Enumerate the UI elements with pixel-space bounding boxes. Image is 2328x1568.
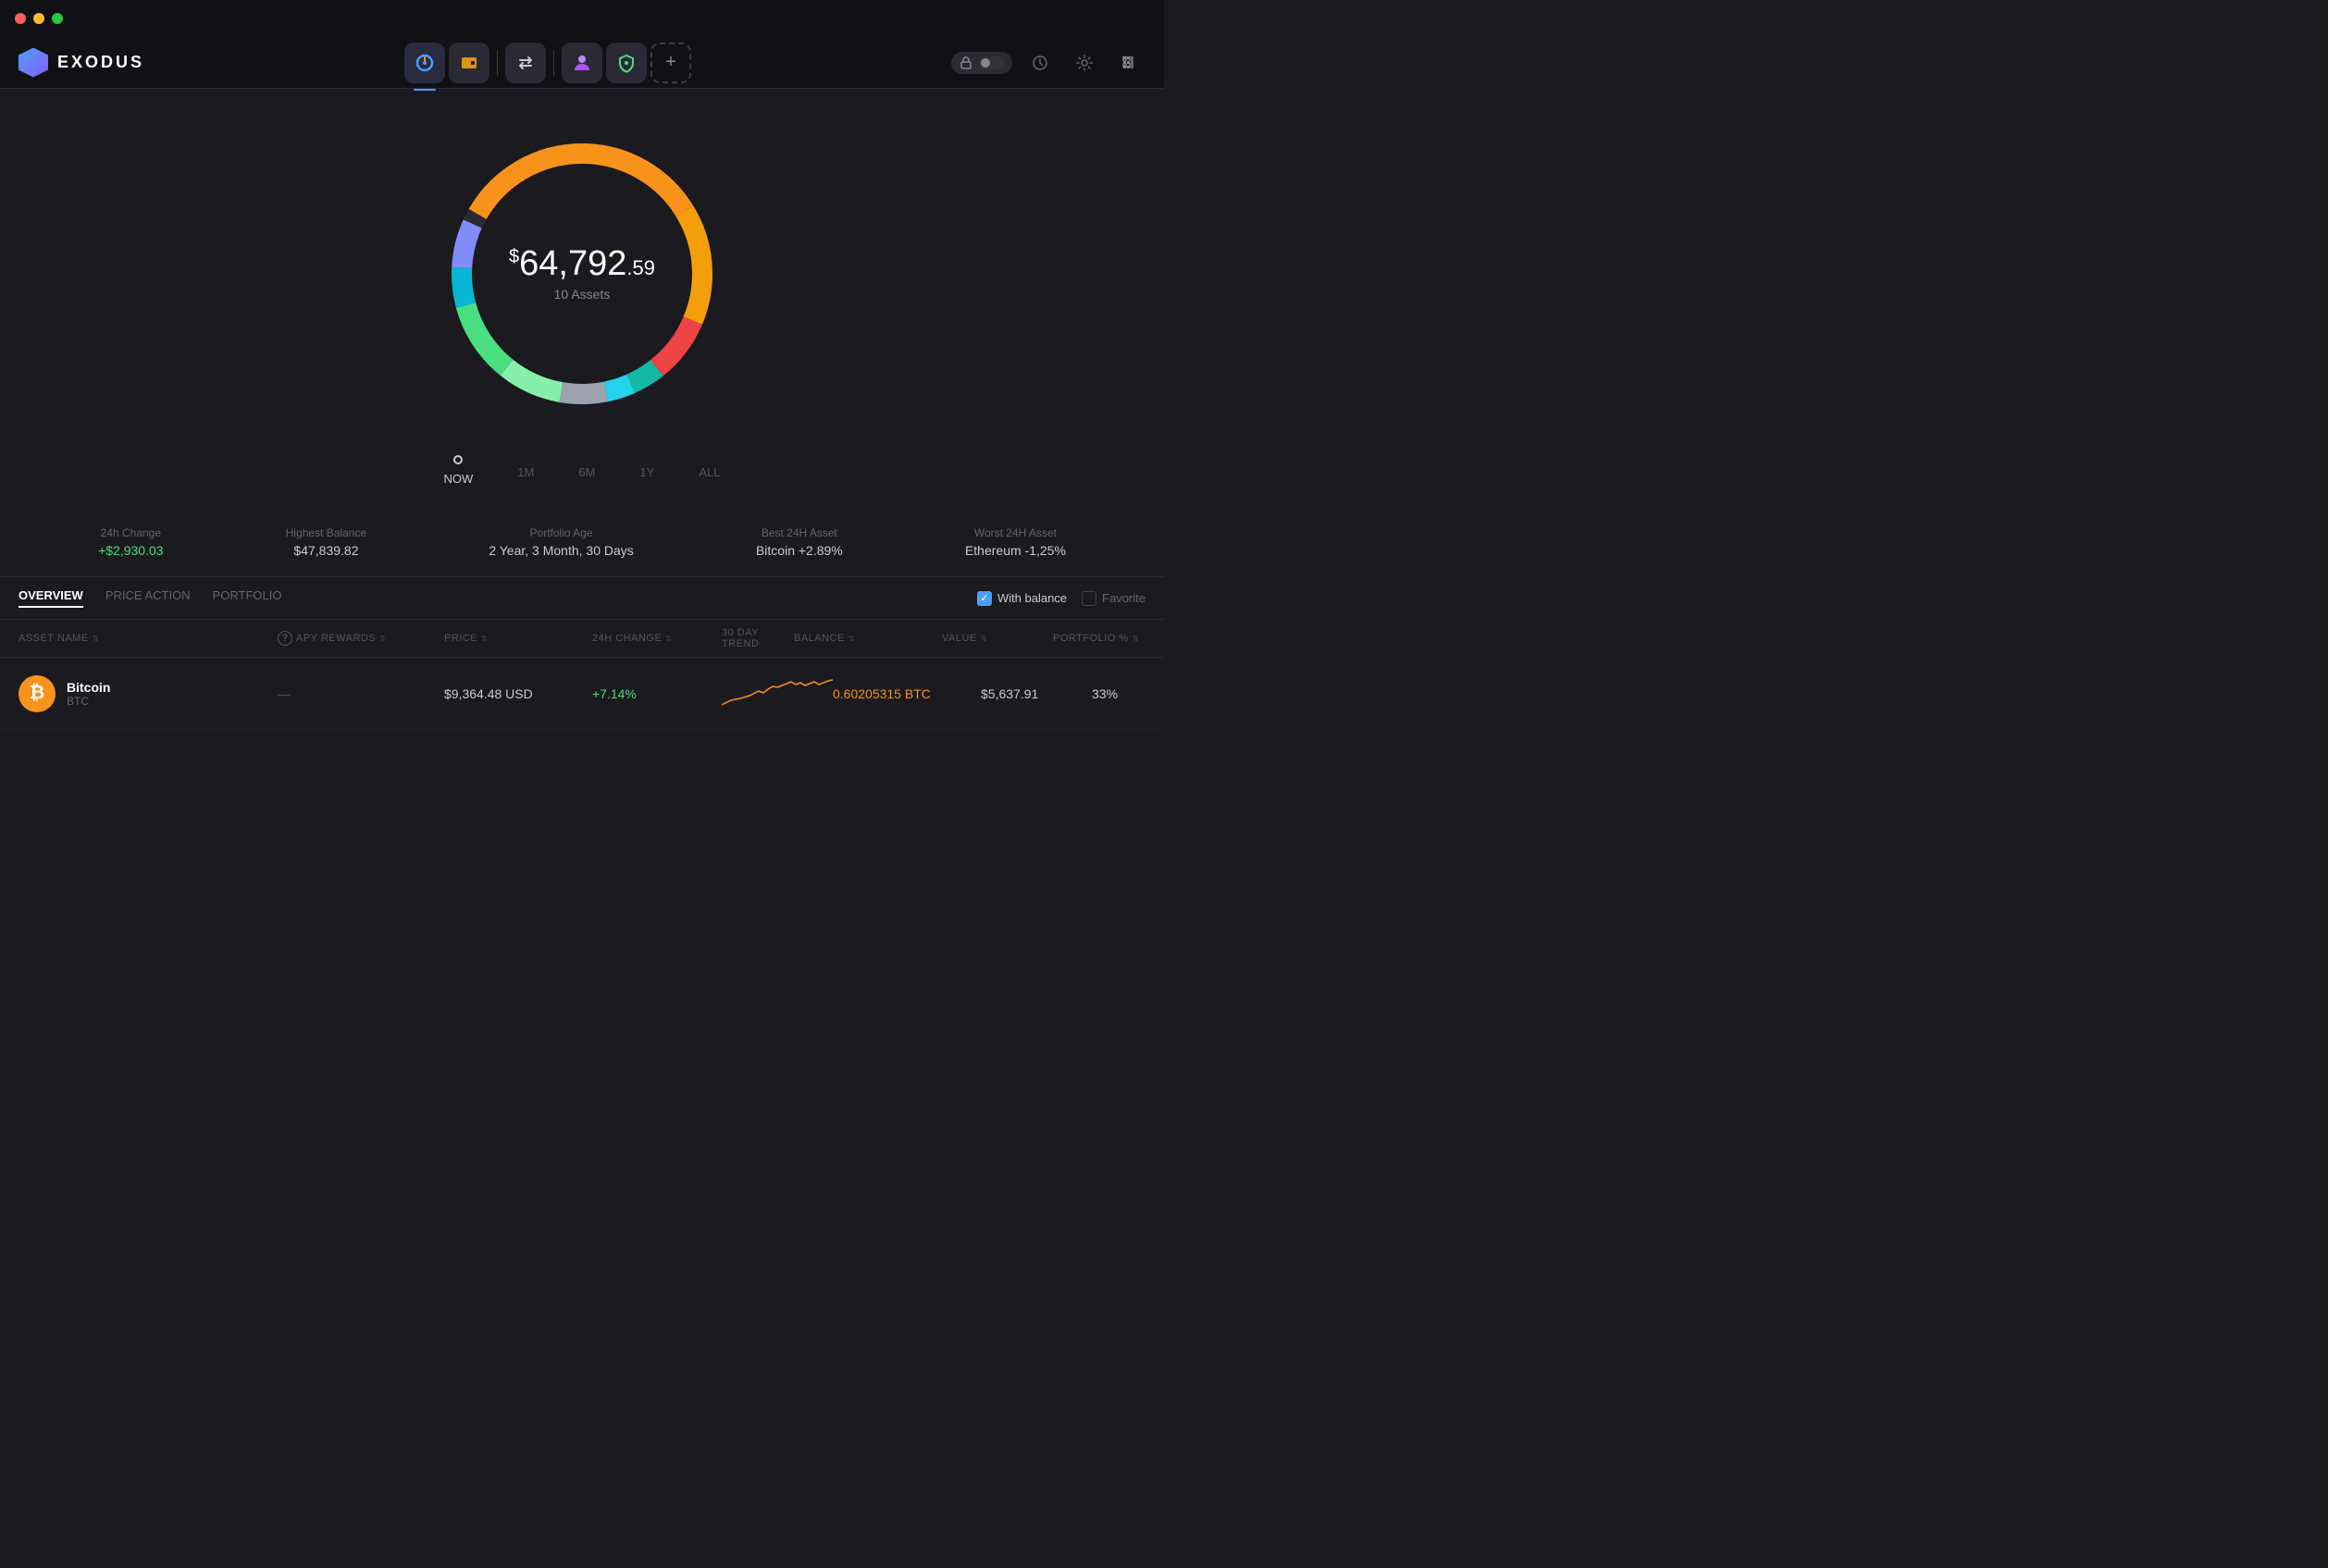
time-option-now[interactable]: NOW (440, 455, 477, 489)
tabs-right: ✓ With balance Favorite (977, 591, 1145, 606)
btc-apy: — (278, 686, 444, 701)
sort-icon-portfolio: ⇅ (1133, 635, 1139, 643)
grid-btn[interactable] (1112, 46, 1145, 80)
stat-best-asset: Best 24H Asset Bitcoin +2.89% (756, 526, 843, 558)
nav-center: + (404, 43, 691, 83)
nav-exchange-btn[interactable] (505, 43, 546, 83)
btc-price: $9,364.48 USD (444, 686, 592, 701)
maximize-dot[interactable] (52, 13, 63, 24)
header-30d-trend: 30 DAY TREND (722, 627, 794, 649)
top-navigation: EXODUS (0, 37, 1164, 89)
with-balance-label: With balance (997, 591, 1067, 605)
grid-icon (1121, 55, 1137, 71)
close-dot[interactable] (15, 13, 26, 24)
btc-icon: ₿ (19, 675, 56, 712)
shield-icon (616, 53, 637, 73)
portfolio-assets-label: 10 Assets (509, 287, 655, 302)
time-option-1m[interactable]: 1M (514, 462, 538, 483)
with-balance-filter[interactable]: ✓ With balance (977, 591, 1067, 606)
btc-24h-change: +7.14% (592, 686, 722, 701)
character-icon (572, 53, 592, 73)
time-option-6m[interactable]: 6M (575, 462, 599, 483)
donut-chart-container: $64,792.59 10 Assets (425, 117, 739, 431)
header-portfolio-pct[interactable]: PORTFOLIO % ⇅ (1053, 627, 1145, 649)
stat-portfolio-age: Portfolio Age 2 Year, 3 Month, 30 Days (489, 526, 633, 558)
btc-mini-chart (722, 673, 833, 714)
nav-character-btn[interactable] (562, 43, 602, 83)
asset-table: ASSET NAME ⇅ ? APY REWARDS ⇅ PRICE ⇅ 24H… (0, 620, 1164, 730)
stat-24h-change: 24h Change +$2,930.03 (98, 526, 163, 558)
time-selector: NOW 1M 6M 1Y ALL (440, 455, 724, 489)
btc-value: $5,637.91 (981, 686, 1092, 701)
tab-portfolio[interactable]: PORTFOLIO (213, 588, 282, 608)
table-row[interactable]: ₿ Bitcoin BTC — $9,364.48 USD +7.14% 0.6… (0, 658, 1164, 730)
nav-separator-1 (497, 50, 498, 76)
header-balance[interactable]: BALANCE ⇅ (794, 627, 942, 649)
tabs-left: OVERVIEW PRICE ACTION PORTFOLIO (19, 588, 281, 608)
sort-icon-apy: ⇅ (379, 635, 386, 643)
nav-separator-2 (553, 50, 554, 76)
main-content: $64,792.59 10 Assets NOW 1M 6M 1Y ALL 24… (0, 89, 1164, 730)
header-price[interactable]: PRICE ⇅ (444, 627, 592, 649)
titlebar (0, 0, 1164, 37)
time-option-all[interactable]: ALL (695, 462, 724, 483)
time-option-1y[interactable]: 1Y (636, 462, 658, 483)
stats-row: 24h Change +$2,930.03 Highest Balance $4… (0, 508, 1164, 577)
history-btn[interactable] (1023, 46, 1057, 80)
donut-center: $64,792.59 10 Assets (509, 246, 655, 302)
sort-icon-balance: ⇅ (848, 635, 855, 643)
portfolio-icon (415, 53, 435, 73)
tabs-row: OVERVIEW PRICE ACTION PORTFOLIO ✓ With b… (0, 577, 1164, 620)
header-value[interactable]: VALUE ⇅ (942, 627, 1053, 649)
logo-icon (19, 48, 48, 78)
sort-icon-24h: ⇅ (665, 635, 672, 643)
exchange-icon (515, 53, 536, 73)
table-header: ASSET NAME ⇅ ? APY REWARDS ⇅ PRICE ⇅ 24H… (0, 620, 1164, 658)
logo-text: EXODUS (57, 53, 144, 72)
btc-portfolio-pct: 33% (1092, 686, 1184, 701)
tab-overview[interactable]: OVERVIEW (19, 588, 83, 608)
minimize-dot[interactable] (33, 13, 44, 24)
nav-right (951, 46, 1145, 80)
with-balance-checkbox[interactable]: ✓ (977, 591, 992, 606)
favorite-filter[interactable]: Favorite (1082, 591, 1145, 606)
favorite-label: Favorite (1102, 591, 1145, 605)
nav-portfolio-btn[interactable] (404, 43, 445, 83)
sort-icon-asset-name: ⇅ (93, 635, 99, 643)
btc-symbol: BTC (67, 695, 110, 708)
settings-icon (1076, 55, 1093, 71)
portfolio-section: $64,792.59 10 Assets NOW 1M 6M 1Y ALL (0, 89, 1164, 508)
portfolio-amount: $64,792.59 (509, 246, 655, 281)
nav-wallet-btn[interactable] (449, 43, 489, 83)
lock-icon (959, 56, 973, 70)
lock-toggle[interactable] (951, 52, 1012, 74)
settings-btn[interactable] (1068, 46, 1101, 80)
tab-price-action[interactable]: PRICE ACTION (105, 588, 191, 608)
header-asset-name[interactable]: ASSET NAME ⇅ (19, 627, 278, 649)
nav-add-btn[interactable]: + (650, 43, 691, 83)
sort-icon-price: ⇅ (481, 635, 488, 643)
header-apy-rewards[interactable]: ? APY REWARDS ⇅ (278, 627, 444, 649)
asset-info-btc: ₿ Bitcoin BTC (19, 675, 278, 712)
btc-name: Bitcoin (67, 680, 110, 695)
header-24h-change[interactable]: 24H CHANGE ⇅ (592, 627, 722, 649)
wallet-icon (459, 53, 479, 73)
logo: EXODUS (19, 48, 144, 78)
apy-help-icon[interactable]: ? (278, 631, 292, 646)
time-now-dot (453, 455, 463, 464)
sort-icon-value: ⇅ (981, 635, 987, 643)
favorite-checkbox[interactable] (1082, 591, 1096, 606)
stat-worst-asset: Worst 24H Asset Ethereum -1,25% (965, 526, 1066, 558)
stat-highest-balance: Highest Balance $47,839.82 (286, 526, 366, 558)
nav-shield-btn[interactable] (606, 43, 647, 83)
btc-balance: 0.60205315 BTC (833, 686, 981, 701)
history-icon (1032, 55, 1048, 71)
